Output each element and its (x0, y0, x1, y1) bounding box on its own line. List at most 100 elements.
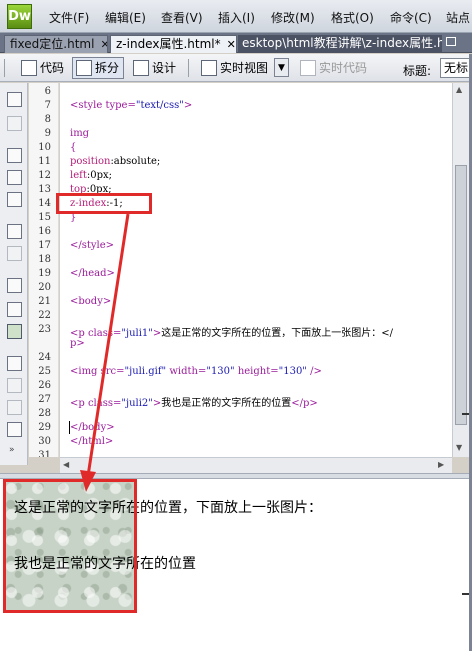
line-number: 17 (38, 240, 51, 251)
title-label: 标题: (403, 64, 432, 78)
apply-comment-icon[interactable] (7, 356, 22, 371)
code-line-25: <img src="juli.gif" width="130" height="… (70, 366, 322, 377)
text-cursor (69, 421, 70, 434)
line-number: 10 (38, 142, 51, 153)
menu-insert[interactable]: 插入(I) (218, 9, 255, 26)
live-code-label: 实时代码 (319, 61, 368, 75)
design-view-button[interactable]: 设计 (129, 57, 181, 79)
remove-comment-icon[interactable] (7, 378, 22, 393)
coding-toolbar: » (0, 83, 28, 465)
wrap-tag-icon[interactable] (7, 400, 22, 415)
ruler-mark (462, 413, 469, 415)
menu-view[interactable]: 查看(V) (161, 9, 203, 26)
line-number: 30 (38, 436, 51, 447)
more-chevron-icon[interactable]: » (9, 445, 15, 455)
menu-edit[interactable]: 编辑(E) (105, 9, 146, 26)
line-number: 16 (38, 226, 51, 237)
line-number: 29 (38, 422, 51, 433)
line-number: 18 (38, 254, 51, 265)
open-documents-icon[interactable] (7, 92, 22, 107)
tab-label: z-index属性.html* (116, 37, 221, 51)
live-code-button[interactable]: 实时代码 (296, 57, 372, 79)
show-code-navigator-icon[interactable] (7, 116, 22, 131)
scroll-right-icon[interactable]: ▶ (438, 460, 444, 469)
title-input[interactable]: 无标 (440, 58, 470, 78)
live-view-button[interactable]: 实时视图 (197, 57, 273, 79)
highlight-box-image (3, 479, 137, 613)
line-number: 12 (38, 170, 51, 181)
document-tab-bar: fixed定位.html ✕ z-index属性.html* ✕ esktop\ht… (0, 33, 472, 53)
split-view-button[interactable]: 拆分 (72, 57, 125, 79)
select-parent-tag-icon[interactable] (7, 224, 22, 239)
highlight-box-z-index (56, 193, 152, 214)
document-toolbar: 代码 拆分 设计 实时视图 ▼ 实时代码 标题: 无标 (0, 54, 472, 82)
line-number: 13 (38, 184, 51, 195)
recent-snippets-icon[interactable] (7, 422, 22, 437)
expand-all-icon[interactable] (7, 192, 22, 207)
tab-z-index[interactable]: z-index属性.html* ✕ (110, 35, 237, 53)
menu-format[interactable]: 格式(O) (331, 9, 374, 26)
code-vertical-scrollbar[interactable]: ▲ ▼ (452, 83, 469, 457)
menu-modify[interactable]: 修改(M) (271, 9, 315, 26)
line-number: 6 (44, 86, 51, 97)
live-view-icon (201, 60, 217, 76)
line-number: 28 (38, 408, 51, 419)
code-line-27: <p class="juli2">我也是正常的文字所在的位置</p> (70, 398, 318, 409)
menu-site[interactable]: 站点 (446, 9, 470, 26)
line-number: 11 (38, 156, 51, 167)
code-line-10: { (70, 142, 77, 153)
menu-commands[interactable]: 命令(C) (390, 9, 432, 26)
balance-braces-icon[interactable] (7, 246, 22, 261)
code-line-19: </head> (70, 268, 115, 279)
line-number: 25 (38, 366, 51, 377)
code-line-12: left:0px; (70, 170, 112, 181)
code-horizontal-scrollbar[interactable]: ◀ ▶ (60, 457, 452, 473)
line-number: 7 (44, 100, 51, 111)
code-line-11: position:absolute; (70, 156, 161, 167)
code-icon (21, 60, 37, 76)
close-icon[interactable]: ✕ (100, 38, 107, 51)
line-number: 24 (38, 352, 51, 363)
design-label: 设计 (152, 61, 177, 75)
menu-file[interactable]: 文件(F) (49, 9, 89, 26)
split-icon (76, 60, 92, 76)
code-view-button[interactable]: 代码 (17, 57, 69, 79)
scroll-down-icon[interactable]: ▼ (456, 443, 462, 452)
line-number: 23 (38, 324, 51, 335)
collapse-selection-icon[interactable] (7, 170, 22, 185)
design-icon (133, 60, 149, 76)
code-line-17: </style> (70, 240, 115, 251)
live-view-dropdown[interactable]: ▼ (274, 58, 289, 77)
line-number: 20 (38, 282, 51, 293)
code-line-23-wrap: p> (70, 338, 85, 349)
line-number: 8 (44, 114, 51, 125)
close-icon[interactable]: ✕ (227, 38, 236, 51)
menu-bar: Dw 文件(F) 编辑(E) 查看(V) 插入(I) 修改(M) 格式(O) 命… (0, 0, 472, 33)
dreamweaver-logo: Dw (7, 4, 32, 29)
scroll-up-icon[interactable]: ▲ (456, 85, 462, 94)
tab-fixed-positioning[interactable]: fixed定位.html ✕ (4, 35, 108, 53)
code-line-30: </html> (70, 436, 114, 447)
line-numbers-icon[interactable] (7, 278, 22, 293)
scroll-thumb[interactable] (455, 165, 467, 425)
scroll-left-icon[interactable]: ◀ (63, 460, 69, 469)
restore-icon[interactable] (446, 37, 456, 46)
ruler-mark (462, 593, 469, 595)
line-number: 14 (38, 198, 51, 209)
live-view-label: 实时视图 (220, 61, 269, 75)
line-number: 31 (38, 450, 51, 457)
line-number: 22 (38, 310, 51, 321)
collapse-full-tag-icon[interactable] (7, 148, 22, 163)
word-wrap-icon[interactable] (7, 324, 22, 339)
code-editor[interactable]: <style type="text/css"> img { position:a… (60, 83, 452, 457)
code-line-9: img (70, 128, 90, 139)
code-label: 代码 (40, 61, 65, 75)
line-number: 19 (38, 268, 51, 279)
code-line-23: <p class="juli1">这是正常的文字所在的位置，下面放上一张图片：<… (70, 328, 394, 339)
code-line-21: <body> (70, 296, 112, 307)
line-number: 26 (38, 380, 51, 391)
live-code-icon (300, 60, 316, 76)
highlight-invalid-code-icon[interactable] (7, 302, 22, 317)
split-label: 拆分 (95, 61, 120, 75)
line-number: 21 (38, 296, 51, 307)
